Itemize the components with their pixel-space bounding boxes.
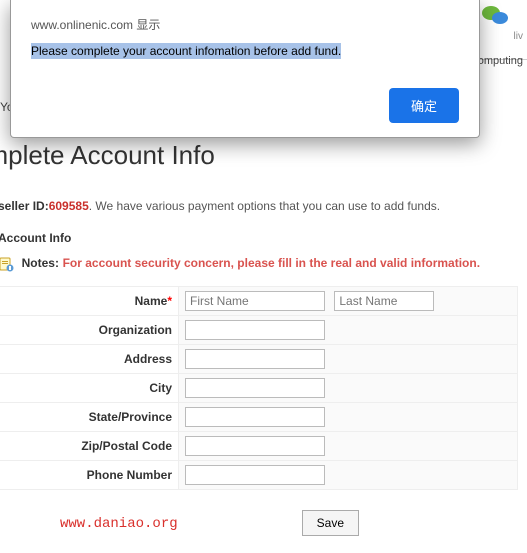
label-address: Address <box>0 344 179 373</box>
label-phone: Phone Number <box>0 460 179 489</box>
label-zip: Zip/Postal Code <box>0 431 179 460</box>
save-button[interactable]: Save <box>302 510 359 536</box>
main-content: omplete Account Info seller ID:609585. W… <box>0 140 527 510</box>
chat-icon[interactable] <box>481 4 511 31</box>
alert-dialog: www.onlinenic.com 显示 Please complete you… <box>10 0 480 138</box>
state-field[interactable] <box>185 407 325 427</box>
first-name-field[interactable] <box>185 291 325 311</box>
reseller-id: 609585 <box>49 199 89 213</box>
city-field[interactable] <box>185 378 325 398</box>
section-title: Account Info <box>0 231 519 245</box>
label-city: City <box>0 373 179 402</box>
notes-label: Notes: <box>22 256 59 270</box>
phone-field[interactable] <box>185 465 325 485</box>
row-city: City <box>0 373 518 402</box>
last-name-field[interactable] <box>334 291 434 311</box>
zip-field[interactable] <box>185 436 325 456</box>
reseller-label: seller ID: <box>0 199 49 213</box>
label-name: Name <box>135 294 168 308</box>
row-address: Address <box>0 344 518 373</box>
watermark-text: www.daniao.org <box>60 516 178 532</box>
row-phone: Phone Number <box>0 460 518 489</box>
label-state: State/Province <box>0 402 179 431</box>
row-zip: Zip/Postal Code <box>0 431 518 460</box>
dialog-ok-button[interactable]: 确定 <box>389 88 459 123</box>
row-organization: Organization <box>0 315 518 344</box>
dialog-source: www.onlinenic.com 显示 <box>31 16 459 33</box>
row-state: State/Province <box>0 402 518 431</box>
notes-row: Notes: For account security concern, ple… <box>0 255 519 272</box>
intro-tail: . We have various payment options that y… <box>89 199 440 213</box>
address-field[interactable] <box>185 349 325 369</box>
dialog-message: Please complete your account infomation … <box>31 43 341 59</box>
intro-text: seller ID:609585. We have various paymen… <box>0 199 519 213</box>
notes-text: For account security concern, please fil… <box>63 256 480 270</box>
label-organization: Organization <box>0 315 179 344</box>
organization-field[interactable] <box>185 320 325 340</box>
page-title: omplete Account Info <box>0 140 519 171</box>
note-icon <box>0 256 14 272</box>
account-form: Name* Organization Address City State/Pr… <box>0 286 518 490</box>
required-star: * <box>167 294 172 308</box>
row-name: Name* <box>0 286 518 315</box>
